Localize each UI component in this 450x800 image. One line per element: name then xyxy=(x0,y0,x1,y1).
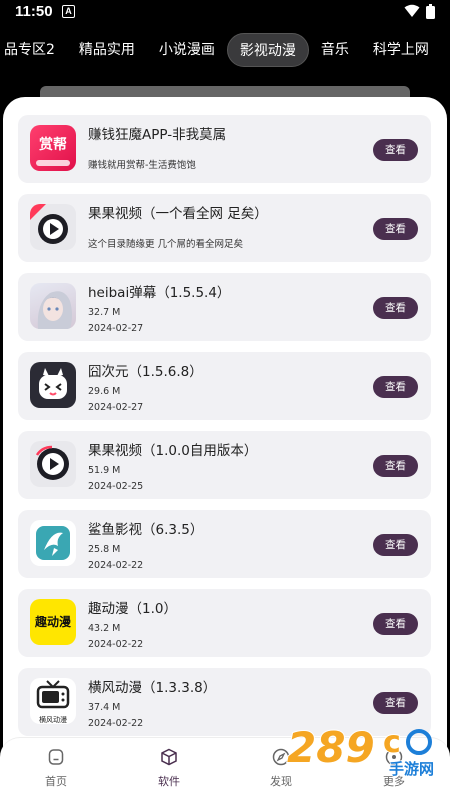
app-card[interactable]: 果果视频（一个看全网 足矣） 这个目录随缘更 几个屌的看全网足矣 查看 xyxy=(18,194,431,262)
view-button[interactable]: 查看 xyxy=(373,139,418,161)
app-name: 果果视频（一个看全网 足矣） xyxy=(88,206,268,222)
app-date: 2024-02-27 xyxy=(88,402,144,413)
app-name: 果果视频（1.0.0自用版本） xyxy=(88,443,258,459)
app-date: 2024-02-22 xyxy=(88,639,144,650)
app-name: 趣动漫（1.0） xyxy=(88,601,177,617)
reward-app-icon: 赏帮 xyxy=(30,125,76,171)
anime-avatar-icon xyxy=(30,283,76,329)
app-list-panel: 赏帮 赚钱狂魔APP-非我莫属 赚钱就用赏帮-生活费饱饱 查看 果果视频（一个看… xyxy=(3,97,447,800)
status-bar: 11:50 A xyxy=(0,0,450,26)
app-size: 37.4 M xyxy=(88,702,121,713)
app-date: 2024-02-27 xyxy=(88,323,144,334)
app-card[interactable]: 囧次元（1.5.6.8） 29.6 M 2024-02-27 查看 xyxy=(18,352,431,420)
view-button[interactable]: 查看 xyxy=(373,613,418,635)
tab-music[interactable]: 音乐 xyxy=(309,33,361,67)
tab-video-anime[interactable]: 影视动漫 xyxy=(226,33,309,67)
svg-text:289: 289 xyxy=(287,723,375,772)
view-button[interactable]: 查看 xyxy=(373,376,418,398)
svg-text:c: c xyxy=(383,725,401,760)
view-button[interactable]: 查看 xyxy=(373,297,418,319)
app-size: 32.7 M xyxy=(88,307,121,318)
app-card[interactable]: 果果视频（1.0.0自用版本） 51.9 M 2024-02-25 查看 xyxy=(18,431,431,499)
app-name: heibai弹幕（1.5.5.4） xyxy=(88,285,231,301)
svg-text:手游网: 手游网 xyxy=(389,760,434,778)
app-date: 2024-02-25 xyxy=(88,481,144,492)
home-icon xyxy=(48,749,64,765)
view-button[interactable]: 查看 xyxy=(373,692,418,714)
view-button[interactable]: 查看 xyxy=(373,534,418,556)
tab-boutique-utility[interactable]: 精品实用 xyxy=(67,33,147,67)
play-icon xyxy=(30,204,76,250)
app-name: 囧次元（1.5.6.8） xyxy=(88,364,203,380)
app-card[interactable]: 鲨鱼影视（6.3.5） 25.8 M 2024-02-22 查看 xyxy=(18,510,431,578)
play-icon xyxy=(30,441,76,487)
status-time: 11:50 xyxy=(15,3,53,20)
app-card[interactable]: 趣动漫 趣动漫（1.0） 43.2 M 2024-02-22 查看 xyxy=(18,589,431,657)
category-tabs: 品专区2 精品实用 小说漫画 影视动漫 音乐 科学上网 xyxy=(0,32,441,68)
tab-novel-comic[interactable]: 小说漫画 xyxy=(147,33,227,67)
view-button[interactable]: 查看 xyxy=(373,455,418,477)
app-size: 29.6 M xyxy=(88,386,121,397)
watermark-logo: 289 c 手游网 xyxy=(285,718,445,782)
shark-icon xyxy=(30,520,76,566)
app-description: 赚钱就用赏帮-生活费饱饱 xyxy=(88,160,196,171)
wifi-icon xyxy=(404,4,420,17)
app-name: 鲨鱼影视（6.3.5） xyxy=(88,522,204,538)
view-button[interactable]: 查看 xyxy=(373,218,418,240)
nav-home[interactable]: 首页 xyxy=(26,748,86,789)
mascot-icon xyxy=(30,362,76,408)
app-name: 赚钱狂魔APP-非我莫属 xyxy=(88,127,227,143)
app-date: 2024-02-22 xyxy=(88,560,144,571)
nav-label: 首页 xyxy=(45,775,67,788)
notification-badge: A xyxy=(62,5,75,18)
app-size: 43.2 M xyxy=(88,623,121,634)
app-size: 25.8 M xyxy=(88,544,121,555)
app-name: 横风动漫（1.3.3.8） xyxy=(88,680,217,696)
nav-label: 软件 xyxy=(158,775,180,788)
tv-icon: 横风动漫 xyxy=(30,678,76,724)
battery-icon xyxy=(426,4,435,19)
app-size: 51.9 M xyxy=(88,465,121,476)
nav-software[interactable]: 软件 xyxy=(139,748,199,789)
app-card[interactable]: 赏帮 赚钱狂魔APP-非我莫属 赚钱就用赏帮-生活费饱饱 查看 xyxy=(18,115,431,183)
cube-icon xyxy=(161,748,177,766)
app-card[interactable]: heibai弹幕（1.5.5.4） 32.7 M 2024-02-27 查看 xyxy=(18,273,431,341)
app-description: 这个目录随缘更 几个屌的看全网足矣 xyxy=(88,239,244,250)
tab-pinpin-zone[interactable]: 品专区2 xyxy=(0,33,67,67)
qu-dongman-icon: 趣动漫 xyxy=(30,599,76,645)
tab-science-internet[interactable]: 科学上网 xyxy=(361,33,441,67)
app-date: 2024-02-22 xyxy=(88,718,144,729)
